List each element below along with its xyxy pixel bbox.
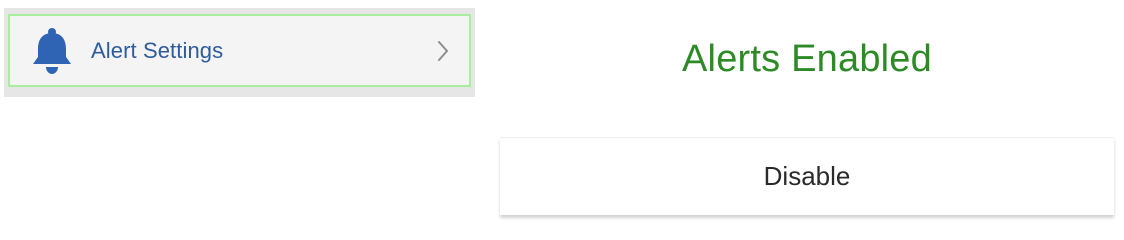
alert-settings-row[interactable]: Alert Settings [8, 14, 471, 87]
disable-button[interactable]: Disable [500, 137, 1114, 215]
alerts-status-title: Alerts Enabled [682, 38, 932, 80]
alert-settings-label: Alert Settings [91, 37, 224, 63]
screen: Alert Settings Alerts Enabled Disable [0, 0, 1124, 234]
settings-menu-panel: Alert Settings [4, 8, 475, 97]
chevron-right-icon [435, 39, 451, 63]
disable-button-label: Disable [763, 161, 851, 191]
bell-icon [30, 27, 74, 75]
